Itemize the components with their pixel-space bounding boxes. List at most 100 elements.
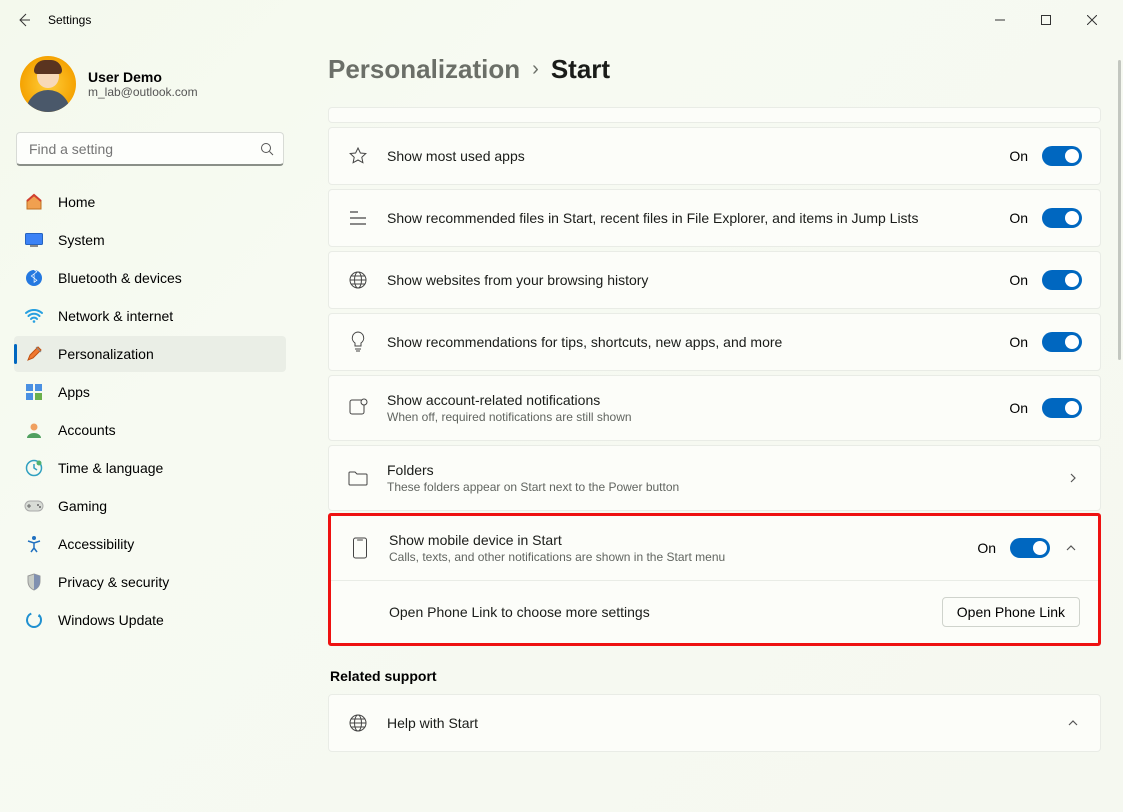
maximize-button[interactable] — [1023, 4, 1069, 36]
help-title: Help with Start — [387, 715, 1048, 731]
close-button[interactable] — [1069, 4, 1115, 36]
chevron-right-icon[interactable] — [1066, 471, 1082, 485]
minimize-button[interactable] — [977, 4, 1023, 36]
toggle-state: On — [1009, 272, 1028, 288]
sidebar-item-time-language[interactable]: Time & language — [14, 450, 286, 486]
globe-icon — [347, 270, 369, 290]
toggle[interactable] — [1042, 270, 1082, 290]
mobile-device-toggle[interactable] — [1010, 538, 1050, 558]
phone-link-row: Open Phone Link to choose more settings … — [331, 581, 1098, 643]
sidebar-item-system[interactable]: System — [14, 222, 286, 258]
search-wrap — [16, 132, 284, 166]
scrollbar[interactable] — [1118, 60, 1121, 360]
setting-title: Show most used apps — [387, 148, 991, 164]
sidebar-item-apps[interactable]: Apps — [14, 374, 286, 410]
toggle[interactable] — [1042, 332, 1082, 352]
toggle[interactable] — [1042, 398, 1082, 418]
sidebar-item-label: Personalization — [58, 346, 154, 362]
sidebar-item-label: System — [58, 232, 105, 248]
sidebar-item-bluetooth-devices[interactable]: Bluetooth & devices — [14, 260, 286, 296]
home-icon — [24, 192, 44, 212]
setting-title: Show account-related notifications — [387, 392, 991, 408]
toggle-state: On — [1009, 400, 1028, 416]
list-icon — [347, 210, 369, 226]
globe-icon — [347, 713, 369, 733]
sidebar-item-accessibility[interactable]: Accessibility — [14, 526, 286, 562]
titlebar: Settings — [0, 0, 1123, 40]
related-support-heading: Related support — [330, 668, 1101, 684]
toggle[interactable] — [1042, 208, 1082, 228]
back-button[interactable] — [8, 4, 40, 36]
sidebar-item-personalization[interactable]: Personalization — [14, 336, 286, 372]
sidebar-item-label: Privacy & security — [58, 574, 169, 590]
game-icon — [24, 496, 44, 516]
bulb-icon — [347, 331, 369, 353]
user-email: m_lab@outlook.com — [88, 85, 198, 99]
toggle-state: On — [1009, 148, 1028, 164]
sidebar-item-privacy-security[interactable]: Privacy & security — [14, 564, 286, 600]
window-title: Settings — [48, 13, 91, 27]
toggle-state: On — [977, 540, 996, 556]
phone-icon — [349, 537, 371, 559]
setting-show-account-related-notificat[interactable]: Show account-related notifications When o… — [328, 375, 1101, 441]
toggle-state: On — [1009, 210, 1028, 226]
nav-list: Home System Bluetooth & devices Network & i… — [14, 184, 286, 638]
setting-show-most-used-apps[interactable]: Show most used apps On — [328, 127, 1101, 185]
setting-show-recommendations-for-tips-[interactable]: Show recommendations for tips, shortcuts… — [328, 313, 1101, 371]
avatar — [20, 56, 76, 112]
user-name: User Demo — [88, 69, 198, 85]
mobile-device-setting[interactable]: Show mobile device in Start Calls, texts… — [331, 516, 1098, 581]
breadcrumb-parent[interactable]: Personalization — [328, 54, 520, 85]
setting-title: Folders — [387, 462, 1048, 478]
setting-title: Show websites from your browsing history — [387, 272, 991, 288]
wifi-icon — [24, 306, 44, 326]
folder-icon — [347, 470, 369, 486]
setting-show-recommended-files-in-star[interactable]: Show recommended files in Start, recent … — [328, 189, 1101, 247]
user-profile[interactable]: User Demo m_lab@outlook.com — [14, 52, 286, 126]
chevron-up-icon[interactable] — [1066, 716, 1082, 730]
sidebar: User Demo m_lab@outlook.com Home System Bl… — [0, 40, 300, 812]
bluetooth-icon — [24, 268, 44, 288]
toggle[interactable] — [1042, 146, 1082, 166]
setting-show-websites-from-your-browsi[interactable]: Show websites from your browsing history… — [328, 251, 1101, 309]
accessibility-icon — [24, 534, 44, 554]
setting-desc: When off, required notifications are sti… — [387, 410, 991, 424]
sidebar-item-windows-update[interactable]: Windows Update — [14, 602, 286, 638]
search-icon — [260, 142, 274, 156]
setting-desc: Calls, texts, and other notifications ar… — [389, 550, 959, 564]
help-with-start[interactable]: Help with Start — [328, 694, 1101, 752]
notif-icon — [347, 398, 369, 418]
star-icon — [347, 146, 369, 166]
system-icon — [24, 230, 44, 250]
search-input[interactable] — [16, 132, 284, 166]
setting-title: Show recommendations for tips, shortcuts… — [387, 334, 991, 350]
breadcrumb-current: Start — [551, 54, 610, 85]
open-phone-link-button[interactable]: Open Phone Link — [942, 597, 1080, 627]
setting-desc: These folders appear on Start next to th… — [387, 480, 1048, 494]
sidebar-item-label: Home — [58, 194, 95, 210]
main-content: Personalization › Start Show most used a… — [300, 40, 1123, 812]
minimize-icon — [995, 15, 1005, 25]
sidebar-item-label: Network & internet — [58, 308, 173, 324]
sidebar-item-home[interactable]: Home — [14, 184, 286, 220]
person-icon — [24, 420, 44, 440]
update-icon — [24, 610, 44, 630]
sidebar-item-label: Windows Update — [58, 612, 164, 628]
sidebar-item-label: Apps — [58, 384, 90, 400]
close-icon — [1087, 15, 1097, 25]
chevron-right-icon: › — [532, 58, 539, 81]
breadcrumb: Personalization › Start — [328, 54, 1101, 85]
setting-folders[interactable]: Folders These folders appear on Start nex… — [328, 445, 1101, 511]
highlighted-setting-group: Show mobile device in Start Calls, texts… — [328, 513, 1101, 646]
sidebar-item-label: Time & language — [58, 460, 163, 476]
arrow-left-icon — [16, 12, 32, 28]
sidebar-item-accounts[interactable]: Accounts — [14, 412, 286, 448]
maximize-icon — [1041, 15, 1051, 25]
sidebar-item-network-internet[interactable]: Network & internet — [14, 298, 286, 334]
clock-icon — [24, 458, 44, 478]
phone-link-label: Open Phone Link to choose more settings — [389, 604, 924, 620]
sidebar-item-gaming[interactable]: Gaming — [14, 488, 286, 524]
chevron-up-icon[interactable] — [1064, 541, 1080, 555]
apps-icon — [24, 382, 44, 402]
settings-list: Show most used appsOnShow recommended fi… — [328, 107, 1101, 511]
